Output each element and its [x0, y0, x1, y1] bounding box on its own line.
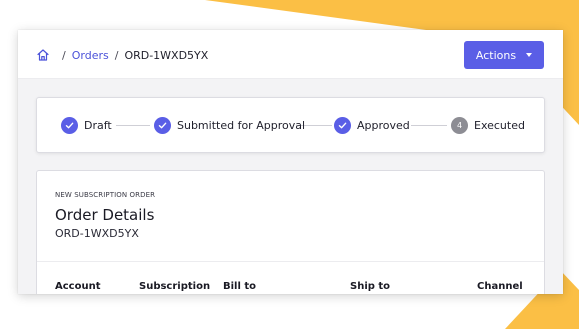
column-header-channel: Channel [477, 281, 523, 292]
step-label: Approved [357, 118, 410, 132]
breadcrumb-orders-link[interactable]: Orders [72, 49, 109, 62]
step-number: 4 [451, 116, 468, 134]
actions-button[interactable]: Actions [464, 41, 544, 69]
step-approved: Approved [334, 116, 410, 134]
actions-button-label: Actions [475, 48, 517, 62]
column-header-bill-to: Bill to [223, 281, 257, 292]
step-label: Executed [474, 118, 525, 132]
check-icon [61, 116, 78, 134]
check-icon [154, 116, 171, 134]
column-header-account: Account [55, 281, 101, 292]
column-header-ship-to: Ship to [350, 281, 391, 292]
column-header-subscription: Subscription [139, 281, 211, 292]
order-id: ORD-1WXD5YX [55, 227, 139, 240]
section-title: Order Details [55, 206, 155, 224]
order-details-card: NEW SUBSCRIPTION ORDER Order Details ORD… [36, 170, 545, 294]
breadcrumb-current: ORD-1WXD5YX [124, 48, 209, 62]
breadcrumb: / Orders / ORD-1WXD5YX [36, 46, 208, 64]
breadcrumb-separator: / [114, 48, 119, 62]
step-submitted: Submitted for Approval [154, 116, 305, 134]
step-connector [411, 125, 447, 126]
home-icon[interactable] [36, 48, 50, 62]
step-draft: Draft [61, 116, 112, 134]
order-window: / Orders / ORD-1WXD5YX Actions Draft Sub… [18, 30, 563, 294]
chevron-down-icon [526, 53, 533, 57]
content-area: Draft Submitted for Approval Approved 4 … [18, 79, 563, 294]
step-label: Draft [84, 118, 112, 132]
step-connector [116, 125, 150, 126]
step-executed: 4 Executed [451, 116, 525, 134]
step-label: Submitted for Approval [177, 118, 306, 132]
top-bar: / Orders / ORD-1WXD5YX Actions [18, 30, 563, 79]
order-type-label: NEW SUBSCRIPTION ORDER [55, 191, 156, 199]
check-icon [334, 116, 351, 134]
status-stepper: Draft Submitted for Approval Approved 4 … [36, 97, 545, 153]
breadcrumb-separator: / [62, 48, 66, 62]
divider [37, 261, 544, 262]
